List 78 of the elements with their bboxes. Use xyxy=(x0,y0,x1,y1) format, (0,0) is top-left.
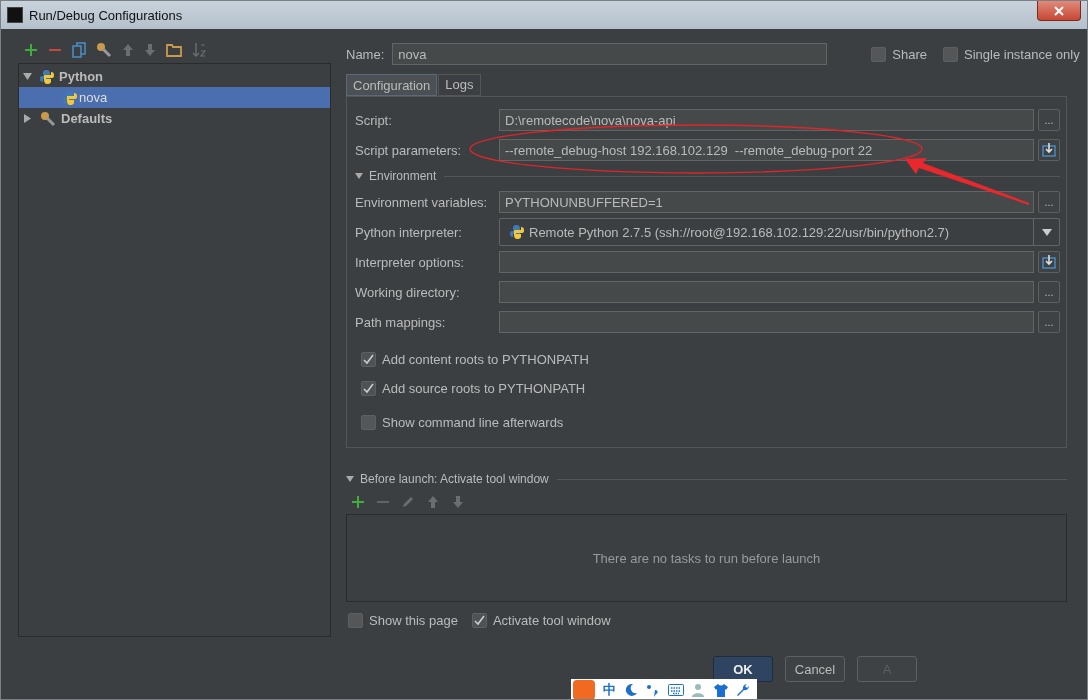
arrow-up-icon[interactable] xyxy=(122,43,134,57)
folder-icon[interactable] xyxy=(166,43,182,57)
browse-button[interactable]: ... xyxy=(1038,109,1060,131)
moon-icon[interactable] xyxy=(624,683,638,697)
checkbox[interactable] xyxy=(361,381,376,396)
punctuation-icon[interactable] xyxy=(646,683,660,697)
field-label: Script parameters: xyxy=(355,142,463,158)
checkbox-label: Add content roots to PYTHONPATH xyxy=(382,352,589,367)
tree-item[interactable]: nova xyxy=(19,87,330,108)
checkbox[interactable] xyxy=(471,612,487,628)
arrow-down-icon[interactable] xyxy=(452,495,464,509)
browse-button[interactable]: ... xyxy=(1038,281,1060,303)
python-icon xyxy=(510,225,524,239)
copy-icon[interactable] xyxy=(72,42,86,58)
interpreter-dropdown[interactable]: Remote Python 2.7.5 (ssh://root@192.168.102.129:22/usr/bin/python2.7) xyxy=(499,218,1060,246)
field-label: Working directory: xyxy=(355,284,461,300)
checkbox-label: Show command line afterwards xyxy=(382,415,564,430)
expand-button[interactable] xyxy=(1038,139,1060,161)
add-icon[interactable] xyxy=(352,496,364,508)
section-header[interactable]: Before launch: Activate tool window xyxy=(346,472,549,486)
empty-message: There are no tasks to run before launch xyxy=(592,550,821,566)
input-field[interactable] xyxy=(499,281,1034,303)
checkbox-label: Activate tool window xyxy=(492,612,611,628)
close-button[interactable] xyxy=(1037,1,1081,21)
edit-icon[interactable] xyxy=(402,496,414,508)
input-field[interactable]: PYTHONUNBUFFERED=1 xyxy=(499,191,1034,213)
checkbox-label: Add source roots to PYTHONPATH xyxy=(382,381,586,396)
arrow-down-icon[interactable] xyxy=(144,43,156,57)
field-label: Script: xyxy=(355,112,393,128)
checkbox[interactable] xyxy=(943,46,958,62)
expander-icon xyxy=(346,475,354,483)
dialog-button[interactable]: Cancel xyxy=(785,656,845,682)
field-label: Python interpreter: xyxy=(355,224,463,240)
checkbox-label: Show this page xyxy=(369,612,458,628)
tree-item[interactable]: Python xyxy=(19,66,330,87)
shirt-icon[interactable] xyxy=(714,683,728,697)
window-title: Run/Debug Configurations xyxy=(29,7,184,23)
arrow-up-icon[interactable] xyxy=(427,495,439,509)
expander-icon xyxy=(355,172,363,180)
dropdown-arrow-icon xyxy=(1041,228,1052,236)
checkbox-label: Share xyxy=(892,46,927,62)
field-label: Environment variables: xyxy=(355,194,489,210)
wrench-icon[interactable] xyxy=(96,42,112,58)
tab[interactable]: Logs xyxy=(438,74,481,96)
checkbox-label: Single instance only xyxy=(964,46,1080,62)
keyboard-icon[interactable] xyxy=(668,684,684,696)
wrench-icon[interactable] xyxy=(736,683,750,697)
checkbox[interactable] xyxy=(361,415,376,430)
user-icon[interactable] xyxy=(692,683,706,697)
dialog-button[interactable]: OK xyxy=(713,656,773,682)
expander-icon[interactable] xyxy=(23,72,32,81)
name-field[interactable]: nova xyxy=(392,43,828,65)
input-field[interactable] xyxy=(499,251,1034,273)
app-icon xyxy=(7,7,23,23)
input-field[interactable]: --remote_debug-host 192.168.102.129 --remote_debug-port 22 xyxy=(499,139,1034,161)
field-label: Path mappings: xyxy=(355,314,447,330)
browse-button[interactable]: ... xyxy=(1038,311,1060,333)
logo-icon xyxy=(573,680,595,699)
name-label: Name: xyxy=(346,46,385,62)
checkbox[interactable] xyxy=(361,352,376,367)
sort-icon[interactable] xyxy=(192,42,206,58)
tab[interactable]: Configuration xyxy=(346,74,438,96)
field-label: Interpreter options: xyxy=(355,254,466,270)
input-mode-label[interactable]: 中 xyxy=(603,681,616,699)
tree-item[interactable]: Defaults xyxy=(19,108,330,129)
wrench-icon xyxy=(40,110,56,127)
checkbox[interactable] xyxy=(871,46,887,62)
close-icon xyxy=(1054,5,1064,16)
expander-icon[interactable] xyxy=(23,114,32,123)
input-field[interactable] xyxy=(499,311,1034,333)
checkbox[interactable] xyxy=(348,612,363,628)
expand-button[interactable] xyxy=(1038,251,1060,273)
python-icon xyxy=(63,90,77,105)
browse-button[interactable]: ... xyxy=(1038,191,1060,213)
input-field[interactable]: D:\remotecode\nova\nova-api xyxy=(499,109,1034,131)
python-icon xyxy=(40,69,54,84)
section-header[interactable]: Environment xyxy=(355,169,437,183)
add-icon[interactable] xyxy=(24,43,38,57)
